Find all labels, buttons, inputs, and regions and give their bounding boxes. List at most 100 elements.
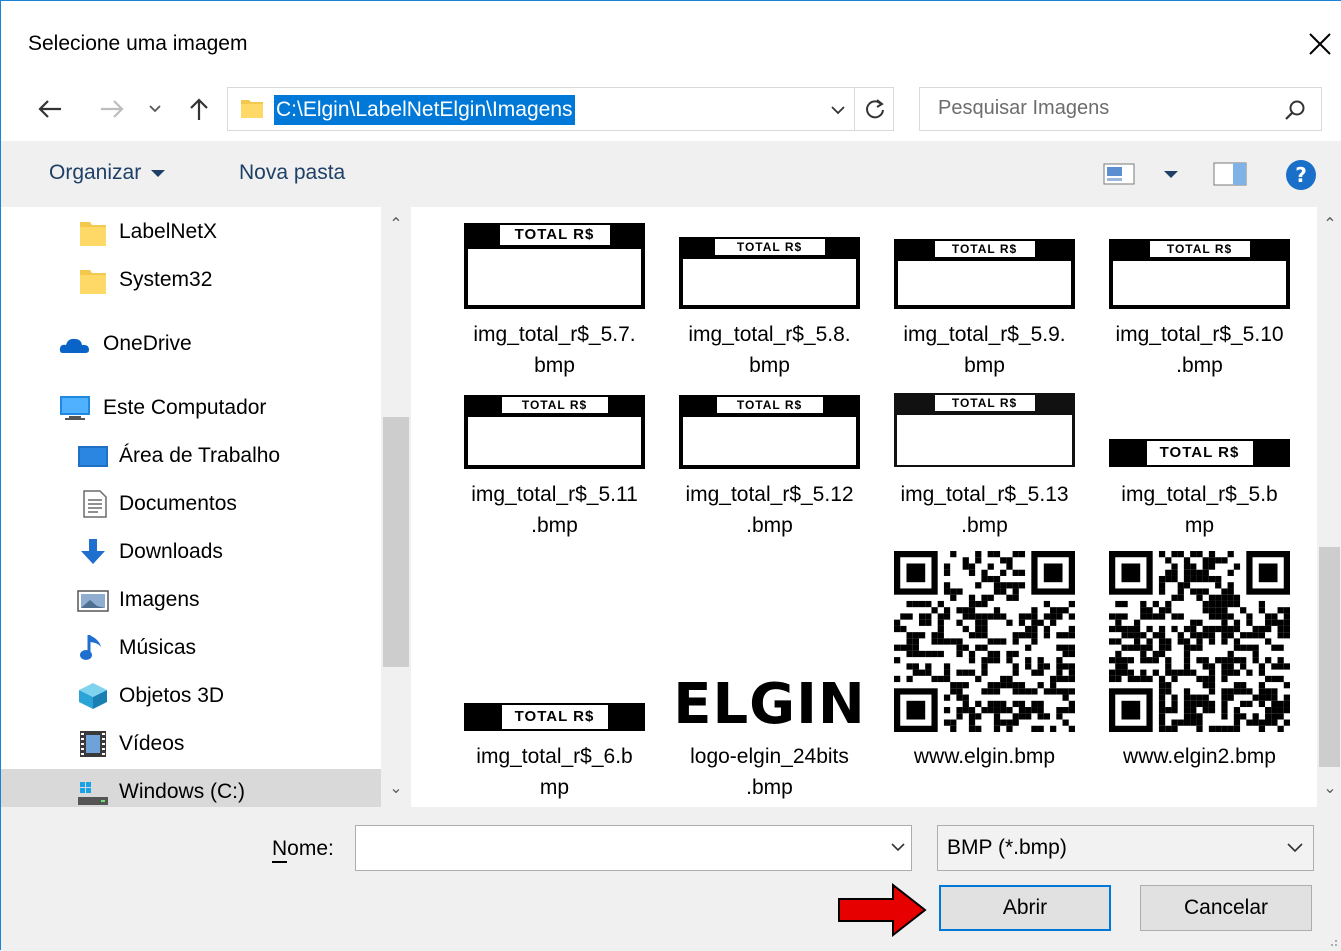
open-button[interactable]: Abrir	[939, 885, 1111, 931]
folder-icon	[241, 100, 263, 118]
search-icon[interactable]	[1283, 98, 1307, 122]
file-item[interactable]: TOTAL R$ img_total_r$_5.10 .bmp	[1097, 221, 1302, 381]
file-thumbnail: TOTAL R$	[679, 395, 860, 469]
sidebar-item-music[interactable]: Músicas	[1, 625, 381, 671]
scroll-down-icon[interactable]: ⌄	[1322, 781, 1338, 797]
navigation-bar: C:\Elgin\LabelNetElgin\Imagens Pesquisar…	[1, 87, 1341, 141]
organize-menu[interactable]: Organizar	[49, 161, 166, 185]
file-item[interactable]: TOTAL R$ img_total_r$_5.12 .bmp	[667, 381, 872, 541]
sidebar-item-videos[interactable]: Vídeos	[1, 721, 381, 767]
sidebar-item-downloads[interactable]: Downloads	[1, 529, 381, 575]
sidebar-item-onedrive[interactable]: OneDrive	[1, 321, 381, 367]
objects3d-icon	[79, 683, 107, 709]
drive-icon	[78, 782, 108, 805]
new-folder-button[interactable]: Nova pasta	[239, 161, 345, 185]
search-box[interactable]: Pesquisar Imagens	[919, 87, 1322, 131]
file-item[interactable]: TOTAL R$ img_total_r$_5.8. bmp	[667, 221, 872, 381]
documents-icon	[83, 490, 107, 518]
forward-button[interactable]	[94, 87, 130, 131]
navigation-pane: LabelNetX System32 OneDrive Este Computa…	[1, 207, 411, 807]
change-view-icon[interactable]	[1103, 163, 1135, 185]
scroll-up-icon[interactable]: ⌃	[1322, 217, 1338, 233]
file-item[interactable]: TOTAL R$ img_total_r$_5.b mp	[1097, 381, 1302, 541]
sidebar-item-label: LabelNetX	[119, 220, 218, 243]
help-icon[interactable]: ?	[1285, 159, 1317, 191]
sidebar-item-3d-objects[interactable]: Objetos 3D	[1, 673, 381, 719]
caret-down-icon	[151, 169, 166, 177]
file-type-value: BMP (*.bmp)	[947, 836, 1067, 859]
scroll-down-icon[interactable]: ⌄	[388, 781, 404, 797]
title-bar: Selecione uma imagem	[1, 1, 1341, 87]
file-item[interactable]: ELGIN logo-elgin_24bits .bmp	[667, 547, 872, 807]
chevron-down-icon[interactable]	[891, 836, 905, 858]
sidebar-item-desktop[interactable]: Área de Trabalho	[1, 433, 381, 479]
file-thumbnail: TOTAL R$	[464, 223, 645, 309]
refresh-button[interactable]	[854, 88, 895, 130]
view-options-caret-icon[interactable]	[1164, 171, 1178, 178]
navigation-pane-scrollbar[interactable]: ⌃ ⌄	[381, 207, 411, 807]
file-thumbnail: TOTAL R$	[1109, 239, 1290, 309]
close-icon	[1309, 33, 1331, 55]
command-toolbar: Organizar Nova pasta	[1, 141, 1341, 207]
chevron-down-icon	[1287, 843, 1303, 853]
file-list-scrollbar[interactable]: ⌃ ⌄	[1317, 207, 1341, 807]
chevron-down-icon	[831, 105, 845, 114]
search-placeholder: Pesquisar Imagens	[938, 97, 1110, 119]
sidebar-item-labelnetx[interactable]: LabelNetX	[1, 209, 381, 255]
back-button[interactable]	[32, 87, 68, 131]
sidebar-item-label: Windows (C:)	[119, 780, 246, 803]
close-button[interactable]	[1300, 23, 1340, 65]
qr-code-thumbnail	[894, 551, 1075, 732]
scroll-up-icon[interactable]: ⌃	[388, 217, 404, 233]
file-type-select[interactable]: BMP (*.bmp)	[937, 825, 1314, 871]
svg-text:?: ?	[1295, 163, 1307, 187]
videos-icon	[80, 731, 106, 757]
sidebar-item-system32[interactable]: System32	[1, 257, 381, 303]
folder-icon	[80, 270, 106, 294]
dialog-footer: Nome: BMP (*.bmp) Abrir Cancelar	[1, 807, 1341, 951]
file-thumbnail: TOTAL R$	[1109, 439, 1290, 467]
sidebar-item-documents[interactable]: Documentos	[1, 481, 381, 527]
file-thumbnail: TOTAL R$	[679, 237, 860, 309]
file-name: img_total_r$_5.7. bmp	[473, 323, 636, 377]
file-name: img_total_r$_5.b mp	[1121, 483, 1278, 537]
sidebar-item-label: Downloads	[119, 540, 223, 563]
red-arrow-icon	[838, 883, 927, 937]
sidebar-item-label: Área de Trabalho	[119, 444, 281, 467]
up-button[interactable]	[181, 87, 217, 131]
refresh-icon	[866, 99, 884, 119]
file-item[interactable]: TOTAL R$ img_total_r$_5.9. bmp	[882, 221, 1087, 381]
file-name: img_total_r$_6.b mp	[476, 745, 633, 799]
sidebar-item-label: Este Computador	[103, 396, 267, 419]
sidebar-item-label: Imagens	[119, 588, 200, 611]
address-dropdown-button[interactable]	[823, 90, 853, 130]
downloads-icon	[81, 539, 105, 564]
address-bar[interactable]: C:\Elgin\LabelNetElgin\Imagens	[227, 87, 894, 131]
file-item[interactable]: TOTAL R$ img_total_r$_5.11 .bmp	[452, 381, 657, 541]
sidebar-item-this-pc[interactable]: Este Computador	[1, 385, 381, 431]
file-item[interactable]: TOTAL R$ img_total_r$_5.13 .bmp	[882, 381, 1087, 541]
folder-icon	[80, 222, 106, 246]
file-item[interactable]: TOTAL R$ img_total_r$_5.7. bmp	[452, 221, 657, 381]
sidebar-item-windows-c[interactable]: Windows (C:)	[1, 769, 381, 807]
scrollbar-thumb[interactable]	[1319, 547, 1340, 767]
scrollbar-thumb[interactable]	[383, 417, 409, 667]
address-path[interactable]: C:\Elgin\LabelNetElgin\Imagens	[274, 95, 575, 125]
resize-grip-icon[interactable]	[1326, 935, 1338, 947]
cancel-button[interactable]: Cancelar	[1140, 885, 1312, 931]
file-item[interactable]: TOTAL R$ img_total_r$_6.b mp	[452, 547, 657, 807]
recent-locations-button[interactable]	[140, 87, 170, 131]
sidebar-item-label: Vídeos	[119, 732, 185, 755]
preview-pane-icon[interactable]	[1213, 161, 1247, 187]
music-icon	[80, 635, 101, 660]
chevron-down-icon	[149, 105, 161, 113]
cancel-button-label: Cancelar	[1183, 896, 1269, 919]
sidebar-item-label: Objetos 3D	[119, 684, 225, 707]
sidebar-item-pictures[interactable]: Imagens	[1, 577, 381, 623]
file-open-dialog: Selecione uma imagem C:\Elgin\LabelNetEl…	[0, 0, 1341, 951]
file-item[interactable]: www.elgin.bmp	[882, 547, 1087, 807]
file-name: img_total_r$_5.10 .bmp	[1115, 323, 1284, 377]
desktop-icon	[78, 446, 108, 467]
file-item[interactable]: www.elgin2.bmp	[1097, 547, 1302, 807]
file-name-input[interactable]	[355, 825, 912, 871]
